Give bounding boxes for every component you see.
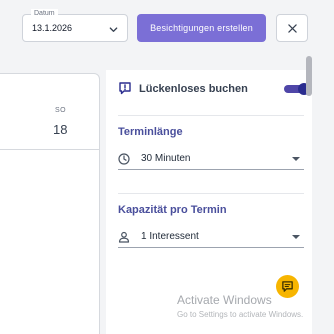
calendar-day-column[interactable] <box>0 150 99 334</box>
date-field-value: 13.1.2026 <box>32 23 73 33</box>
create-viewings-button[interactable]: Besichtigungen erstellen <box>137 14 266 42</box>
divider <box>118 115 304 116</box>
date-select[interactable]: Datum 13.1.2026 <box>22 9 128 42</box>
capacity-select[interactable]: 1 Interessent <box>118 228 304 248</box>
caret-down-icon <box>292 157 300 161</box>
scrollbar-thumb[interactable] <box>306 56 312 96</box>
capacity-value: 1 Interessent <box>141 231 199 242</box>
gapless-booking-label: Lückenloses buchen <box>139 83 248 95</box>
divider <box>118 193 304 194</box>
close-button[interactable] <box>276 14 308 42</box>
close-icon <box>288 24 297 33</box>
date-field-label: Datum <box>31 9 58 19</box>
gapless-booking-row: Lückenloses buchen <box>118 79 310 101</box>
day-number[interactable]: 18 <box>53 122 67 137</box>
appointment-length-value: 30 Minuten <box>141 153 191 164</box>
appointment-length-select[interactable]: 30 Minuten <box>118 150 304 170</box>
chat-icon <box>282 281 293 292</box>
clock-icon <box>118 153 130 165</box>
chevron-down-icon <box>109 27 118 32</box>
caret-down-icon <box>292 235 300 239</box>
activate-windows-subtitle: Go to Settings to activate Windows. <box>177 310 304 319</box>
activate-windows-title: Activate Windows <box>177 293 272 307</box>
calendar-day-header: SO 18 <box>0 74 99 150</box>
day-name: SO <box>55 107 67 114</box>
person-icon <box>118 231 130 243</box>
chat-button[interactable] <box>276 275 299 298</box>
gapless-booking-toggle[interactable] <box>284 83 310 95</box>
warning-chat-icon <box>119 82 131 95</box>
booking-settings-screen: Datum 13.1.2026 Besichtigungen erstellen… <box>0 0 334 334</box>
calendar-panel: SO 18 <box>0 73 100 334</box>
appointment-length-title: Terminlänge <box>118 126 183 138</box>
capacity-title: Kapazität pro Termin <box>118 204 227 216</box>
